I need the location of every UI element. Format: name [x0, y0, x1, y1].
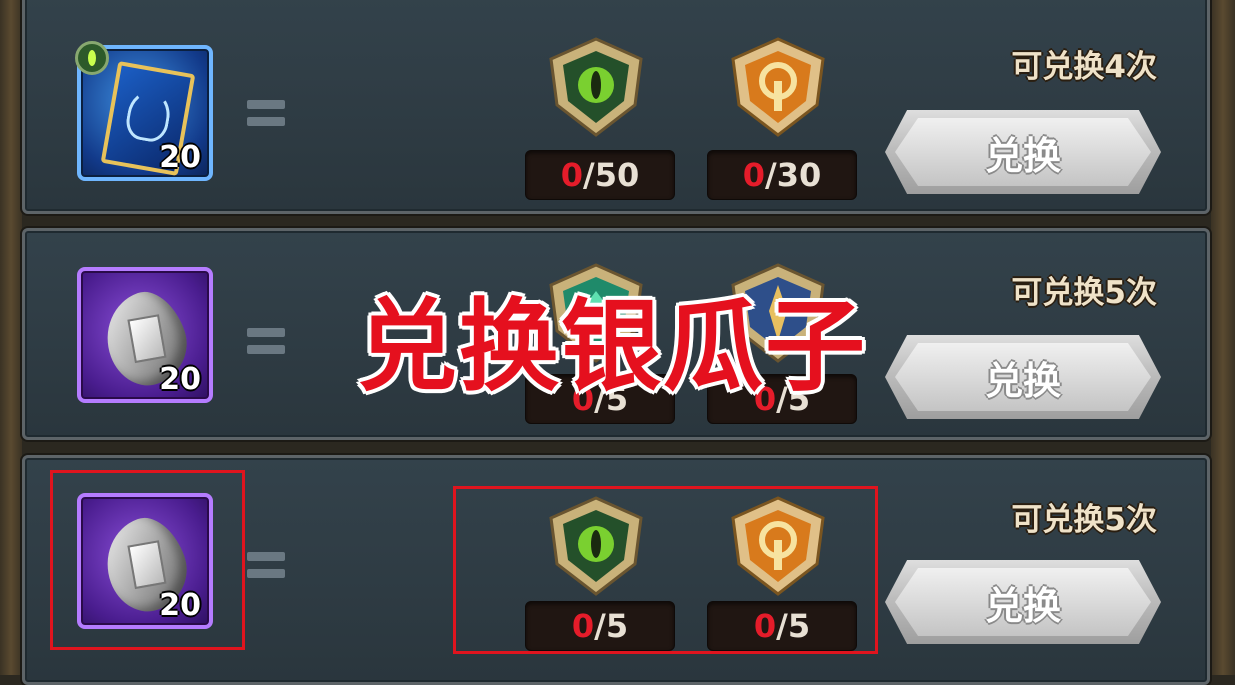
hero-card-icon[interactable]: 20: [75, 41, 213, 181]
equals-sign: [247, 324, 285, 358]
green-eye-shield-icon: [543, 35, 649, 139]
silver-seed-icon[interactable]: 20: [77, 267, 213, 403]
cost-need: /30: [765, 156, 822, 194]
exchange-button-label: 兑换: [984, 358, 1061, 403]
equals-sign: [247, 96, 285, 130]
item-count: 20: [159, 362, 201, 397]
frame-right: [1211, 0, 1235, 675]
orange-gold-shield-icon: [725, 35, 831, 139]
exchange-limit: 可兑换5次: [1011, 275, 1157, 311]
item-count: 20: [159, 140, 201, 175]
cost-have: 0: [560, 156, 584, 194]
eye-badge-icon: [75, 41, 109, 75]
exchange-row: 20 0/50 0/30 可兑换4次 兑换: [22, 0, 1210, 214]
cost-counter: 0/50: [525, 150, 675, 200]
overlay-title: 兑换银瓜子: [357, 288, 867, 405]
exchange-button-label: 兑换: [984, 583, 1061, 628]
equals-sign: [247, 548, 285, 582]
frame-left: [0, 0, 22, 675]
exchange-button[interactable]: 兑换: [885, 335, 1161, 419]
exchange-limit: 可兑换4次: [1011, 49, 1157, 85]
exchange-limit: 可兑换5次: [1011, 502, 1157, 538]
cost-have: 0: [742, 156, 766, 194]
cost-need: /50: [583, 156, 640, 194]
exchange-button-label: 兑换: [984, 133, 1061, 178]
exchange-button[interactable]: 兑换: [885, 560, 1161, 644]
highlight-box-costs: [453, 486, 878, 654]
highlight-box-item: [50, 470, 245, 650]
exchange-button[interactable]: 兑换: [885, 110, 1161, 194]
cost-counter: 0/30: [707, 150, 857, 200]
